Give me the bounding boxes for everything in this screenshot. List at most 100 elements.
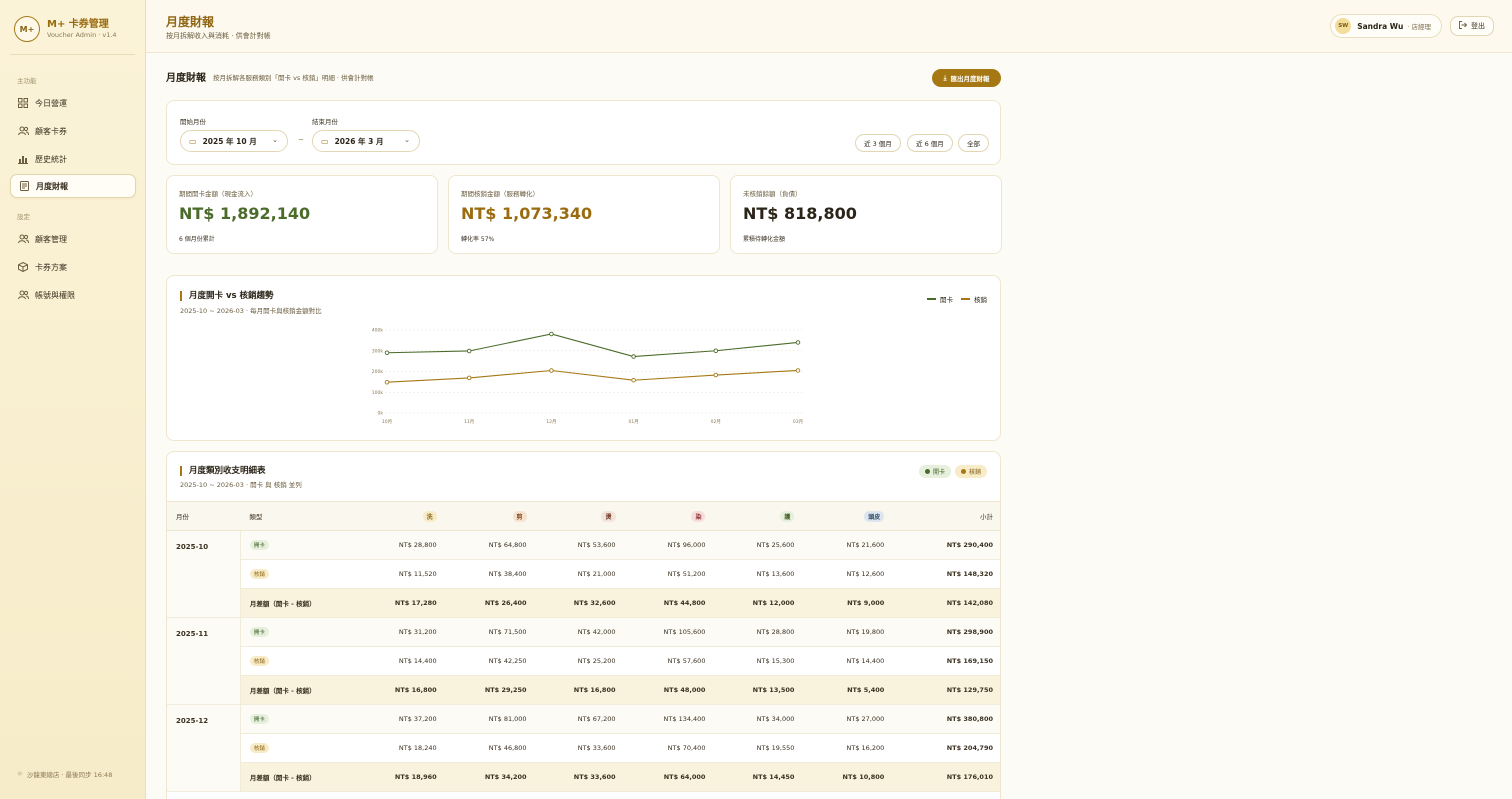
section-title: 月度財報: [166, 73, 206, 84]
legend-item-open: 開卡: [927, 294, 953, 304]
sidebar-item-label: 帳號與權限: [35, 290, 75, 300]
user-menu[interactable]: SW Sandra Wu · 店經理: [1330, 14, 1442, 38]
table-row: 月差額（開卡 - 核銷） NT$ 18,960 NT$ 34,200 NT$ 33,6…: [167, 762, 1000, 792]
amount-cell: NT$ 67,200: [535, 704, 625, 734]
page-title: 月度財報: [166, 15, 215, 29]
type-tag: 核銷: [249, 743, 269, 753]
amount-cell: NT$ 12,600: [803, 559, 894, 589]
sidebar-item-accounts-permissions[interactable]: 帳號與權限: [10, 283, 136, 307]
export-report-button[interactable]: ⤓ 匯出月度財報: [932, 69, 1001, 87]
amount-cell: NT$ 15,300: [714, 646, 804, 676]
kpi-card-opened: 期間開卡金額（現金流入） NT$ 1,892,140 6 個月份累計: [166, 175, 438, 254]
type-tag: 核銷: [249, 656, 269, 666]
sidebar-item-voucher-plans[interactable]: 卡券方案: [10, 255, 136, 279]
kpi-value: NT$ 1,073,340: [461, 204, 593, 223]
sidebar-item-history-stats[interactable]: 歷史統計: [10, 147, 136, 171]
amount-cell: NT$ 17,280: [356, 588, 446, 618]
end-month-label: 結束月份: [312, 118, 338, 126]
table-row: 核銷 NT$ 18,240 NT$ 46,800 NT$ 33,600 NT$ 70,4…: [167, 733, 1000, 763]
brand[interactable]: M+ M+ 卡券管理 Voucher Admin · v1.4: [14, 16, 117, 42]
amount-cell: NT$ 44,800: [624, 588, 715, 618]
type-cell: 核銷: [240, 559, 357, 589]
subtotal-cell: NT$ 380,800: [893, 704, 1000, 734]
badge-use: 核銷: [954, 465, 987, 478]
users-icon: [17, 233, 29, 245]
sidebar-item-today[interactable]: 今日營運: [10, 91, 136, 115]
amount-cell: NT$ 26,400: [445, 588, 536, 618]
type-cell: 開卡: [240, 704, 357, 734]
table-row: 2025-10 開卡 NT$ 28,800 NT$ 64,800 NT$ 53,600 N…: [167, 530, 1000, 618]
chart-title: 月度開卡 vs 核銷趨勢: [180, 291, 274, 301]
subtotal-cell: NT$ 129,750: [893, 675, 1000, 705]
monthly-breakdown-card: 月度類別收支明細表 2025-10 ~ 2026-03 · 開卡 與 核銷 並列…: [166, 451, 1001, 799]
export-label: 匯出月度財報: [950, 75, 990, 83]
sidebar-item-label: 卡券方案: [35, 262, 67, 272]
amount-cell: NT$ 25,600: [714, 530, 804, 560]
start-month-label: 開始月份: [180, 118, 206, 126]
kpi-card-outstanding: 未核銷餘額（負債） NT$ 818,800 累積待轉化金額: [730, 175, 1002, 254]
amount-cell: NT$ 19,800: [803, 617, 894, 647]
subtotal-cell: NT$ 204,790: [893, 733, 1000, 763]
amount-cell: NT$ 37,200: [356, 704, 446, 734]
quick-range-all[interactable]: 全部: [958, 134, 989, 152]
type-cell: 核銷: [240, 733, 357, 763]
kpi-value: NT$ 1,892,140: [179, 204, 311, 223]
sidebar-item-customer-vouchers[interactable]: 顧客卡券: [10, 119, 136, 143]
col-category: 剪: [445, 501, 536, 531]
col-category: 頭皮: [803, 501, 894, 531]
bar-chart-icon: [17, 153, 29, 165]
amount-cell: NT$ 33,600: [535, 762, 625, 792]
sidebar-item-label: 今日營運: [35, 98, 67, 108]
users-icon: [17, 289, 29, 301]
subtotal-cell: NT$ 176,010: [893, 762, 1000, 792]
col-month: 月份: [167, 501, 241, 531]
y-tick-label: 300k: [372, 348, 384, 354]
type-cell: 月差額（開卡 - 核銷）: [240, 762, 357, 792]
x-tick-label: 02月: [711, 419, 721, 425]
type-cell: 核銷: [240, 646, 357, 676]
chart-legend: 開卡 核銷: [919, 294, 987, 304]
kpi-label: 期間核銷金額（服務轉化）: [461, 190, 539, 198]
sun-icon: ☼: [17, 770, 23, 778]
sidebar: M+ M+ 卡券管理 Voucher Admin · v1.4 主功能 今日營運…: [0, 0, 146, 799]
month-cell: 2025-10: [167, 530, 241, 618]
amount-cell: NT$ 71,500: [445, 617, 536, 647]
series-line-use: [386, 369, 799, 383]
badge-open: 開卡: [918, 465, 951, 478]
range-separator: ~: [298, 136, 304, 144]
quick-range-3m[interactable]: 近 3 個月: [855, 134, 901, 152]
kpi-label: 期間開卡金額（現金流入）: [179, 190, 257, 198]
col-category: 染: [624, 501, 715, 531]
trend-chart: 0k 100k 200k 300k 400k 10月 11月 12月 01月 02月 03月: [372, 328, 804, 425]
col-type: 類型: [240, 501, 357, 531]
kpi-card-redeemed: 期間核銷金額（服務轉化） NT$ 1,073,340 轉化率 57%: [448, 175, 720, 254]
type-tag: 核銷: [249, 569, 269, 579]
logout-icon: [1459, 21, 1468, 31]
amount-cell: NT$ 70,400: [624, 733, 715, 763]
col-category: 洗: [356, 501, 446, 531]
table-row: 月差額（開卡 - 核銷） NT$ 16,800 NT$ 29,250 NT$ 16,8…: [167, 675, 1000, 705]
amount-cell: NT$ 64,000: [624, 762, 715, 792]
end-month-select[interactable]: ▭ 2026 年 3 月 ⌄: [312, 130, 420, 152]
amount-cell: NT$ 29,250: [445, 675, 536, 705]
y-tick-label: 400k: [372, 328, 384, 334]
x-tick-label: 12月: [546, 419, 556, 425]
sidebar-item-customer-management[interactable]: 顧客管理: [10, 227, 136, 251]
amount-cell: NT$ 33,600: [535, 733, 625, 763]
table-row: 2025-12 開卡 NT$ 37,200 NT$ 81,000 NT$ 67,200 N…: [167, 704, 1000, 792]
type-cell: 開卡: [240, 617, 357, 647]
logout-button[interactable]: 登出: [1450, 16, 1494, 36]
quick-range-6m[interactable]: 近 6 個月: [907, 134, 953, 152]
document-icon: [18, 180, 30, 192]
trend-chart-card: 月度開卡 vs 核銷趨勢 2025-10 ~ 2026-03 · 每月開卡與核銷…: [166, 275, 1001, 441]
brand-name: M+ 卡券管理: [47, 19, 109, 30]
x-tick-label: 10月: [382, 419, 392, 425]
amount-cell: NT$ 18,960: [356, 762, 446, 792]
amount-cell: NT$ 28,800: [356, 530, 446, 560]
sidebar-item-monthly-report[interactable]: 月度財報: [10, 174, 136, 198]
amount-cell: NT$ 13,500: [714, 675, 804, 705]
start-month-select[interactable]: ▭ 2025 年 10 月 ⌄: [180, 130, 288, 152]
amount-cell: NT$ 21,600: [803, 530, 894, 560]
amount-cell: NT$ 81,000: [445, 704, 536, 734]
month-cell: 2025-11: [167, 617, 241, 705]
